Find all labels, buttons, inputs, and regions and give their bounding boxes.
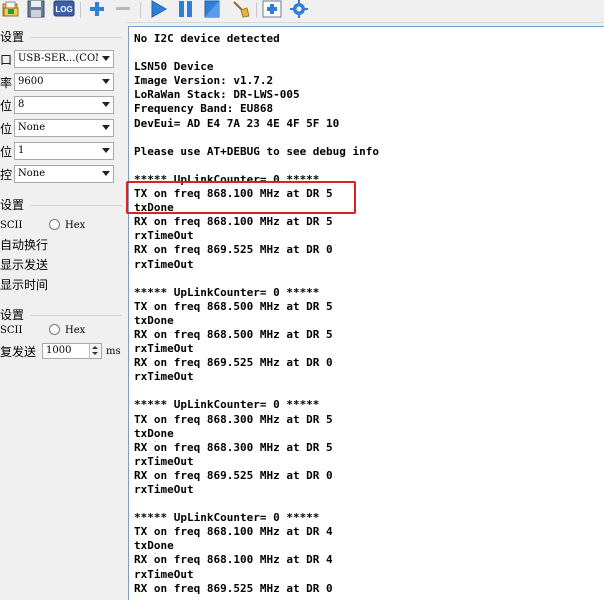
parity-label: 位 (0, 122, 13, 136)
pause-icon[interactable] (174, 0, 196, 18)
terminal-line: RX on freq 868.100 MHz at DR 5 (134, 215, 333, 229)
receive-ascii-label[interactable]: SCII (0, 220, 22, 231)
terminal-line: rxTimeOut (134, 483, 194, 496)
add-window-icon[interactable] (260, 0, 284, 18)
chevron-down-icon (102, 148, 110, 153)
chevron-down-icon (102, 125, 110, 130)
databits-value: 8 (18, 99, 25, 110)
parity-value: None (18, 122, 46, 133)
terminal-line: ***** UpLinkCounter= 0 ***** (134, 285, 320, 299)
repeat-send-label[interactable]: 复发送 (0, 343, 36, 360)
port-select[interactable]: USB-SER...(COM7 (14, 50, 114, 68)
stopbits-label: 位 (0, 145, 13, 159)
repeat-unit: ms (106, 346, 121, 357)
terminal-line: rxTimeOut (134, 454, 194, 468)
step-down-icon[interactable] (92, 352, 98, 355)
flow-value: None (18, 168, 46, 179)
show-send-option[interactable]: 显示发送 (0, 256, 48, 273)
auto-wrap-option[interactable]: 自动换行 (0, 236, 48, 253)
terminal-line: TX on freq 868.500 MHz at DR 5 (134, 299, 333, 313)
settings-gear-icon[interactable] (288, 0, 310, 18)
terminal-line: RX on freq 869.525 MHz at DR 0 (134, 581, 333, 595)
highlight-annotation (126, 181, 356, 214)
terminal-line: rxTimeOut (134, 567, 194, 581)
terminal-line: rxTimeOut (134, 257, 194, 271)
receive-settings-title: 设置 (0, 198, 25, 212)
chevron-down-icon (102, 102, 110, 107)
databits-select[interactable]: 8 (14, 96, 114, 114)
serial-settings-title: 设置 (0, 30, 25, 44)
port-value: USB-SER...(COM7 (18, 53, 98, 64)
terminal-line: txDone (134, 313, 174, 327)
terminal-output: No I2C device detected LSN50 Device Imag… (134, 32, 379, 596)
baud-select[interactable]: 9600 (14, 73, 114, 91)
terminal-line: TX on freq 868.100 MHz at DR 4 (134, 525, 333, 539)
stop-icon[interactable] (200, 0, 224, 18)
baud-value: 9600 (18, 76, 44, 87)
serial-debug-window: LOG 设置 口 USB-SER...(CO 率 9600 位 8 位 None… (0, 0, 604, 600)
terminal-line: ***** UpLinkCounter= 0 ***** (134, 398, 320, 412)
remove-icon[interactable] (112, 0, 134, 18)
settings-panel: 设置 口 USB-SER...(COM7 率 9600 位 8 位 None 位… (0, 22, 126, 600)
stopbits-select[interactable]: 1 (14, 142, 114, 160)
terminal-line: RX on freq 868.100 MHz at DR 4 (134, 553, 333, 567)
terminal-line: ***** UpLinkCounter= 0 ***** (134, 511, 320, 525)
terminal-line: RX on freq 869.525 MHz at DR 0 (134, 468, 333, 482)
add-icon[interactable] (86, 0, 108, 18)
terminal-line: txDone (134, 539, 174, 553)
terminal-line: No I2C device detected (134, 32, 280, 45)
send-hex-label[interactable]: Hex (65, 325, 85, 336)
terminal-line: rxTimeOut (134, 342, 194, 356)
repeat-interval-input[interactable]: 1000 (42, 343, 102, 359)
save-icon[interactable] (24, 0, 48, 18)
terminal-line: RX on freq 868.300 MHz at DR 5 (134, 440, 333, 454)
flow-select[interactable]: None (14, 165, 114, 183)
terminal-line: RX on freq 869.525 MHz at DR 0 (134, 243, 333, 257)
flow-label: 控 (0, 168, 13, 182)
chevron-down-icon (102, 79, 110, 84)
chevron-down-icon (102, 56, 110, 61)
repeat-interval-value: 1000 (46, 345, 72, 356)
terminal-line: txDone (134, 426, 174, 440)
baud-label: 率 (0, 76, 13, 90)
terminal-line: Image Version: v1.7.2 (134, 74, 274, 88)
databits-label: 位 (0, 99, 13, 113)
terminal-line: RX on freq 868.500 MHz at DR 5 (134, 327, 333, 341)
parity-select[interactable]: None (14, 119, 114, 137)
terminal-line: TX on freq 868.300 MHz at DR 5 (134, 412, 333, 426)
terminal-line: rxTimeOut (134, 229, 194, 243)
play-icon[interactable] (146, 0, 170, 18)
receive-hex-radio[interactable] (49, 219, 60, 230)
open-file-icon[interactable] (0, 0, 22, 18)
terminal-line: DevEui= AD E4 7A 23 4E 4F 5F 10 (134, 116, 340, 130)
receive-hex-label[interactable]: Hex (65, 220, 85, 231)
step-up-icon[interactable] (92, 346, 98, 349)
toolbar: LOG (0, 0, 604, 23)
terminal-line: LSN50 Device (134, 60, 214, 74)
terminal-line: Please use AT+DEBUG to see debug info (134, 144, 380, 158)
terminal-line: rxTimeOut (134, 370, 194, 384)
stepper-buttons[interactable] (89, 344, 101, 358)
receive-terminal[interactable]: No I2C device detected LSN50 Device Imag… (128, 26, 604, 600)
terminal-line: LoRaWan Stack: DR-LWS-005 (134, 88, 300, 102)
log-icon[interactable]: LOG (52, 0, 76, 18)
show-time-option[interactable]: 显示时间 (0, 276, 48, 293)
clear-broom-icon[interactable] (228, 0, 252, 18)
port-label: 口 (0, 53, 13, 67)
log-icon-label: LOG (55, 5, 72, 14)
send-ascii-label[interactable]: SCII (0, 325, 22, 336)
send-hex-radio[interactable] (49, 324, 60, 335)
stopbits-value: 1 (18, 145, 25, 156)
terminal-line: RX on freq 869.525 MHz at DR 0 (134, 356, 333, 370)
chevron-down-icon (102, 171, 110, 176)
send-settings-title: 设置 (0, 308, 25, 322)
terminal-line: Frequency Band: EU868 (134, 102, 274, 116)
